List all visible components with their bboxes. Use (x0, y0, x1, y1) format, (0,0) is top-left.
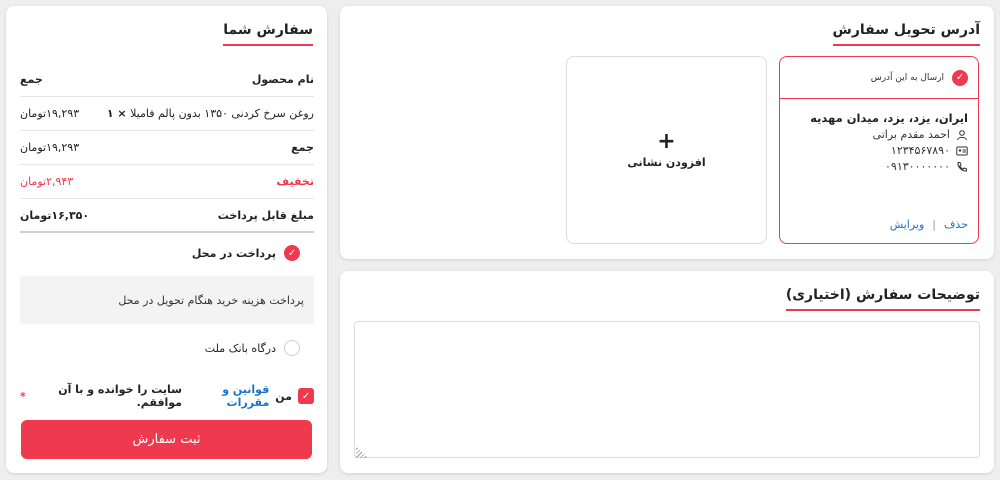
add-address-button[interactable]: + افزودن نشانی (566, 56, 767, 244)
subtotal-value: ۱۹,۲۹۳تومان (20, 141, 80, 154)
cod-label: پرداخت در محل (191, 246, 276, 260)
payment-option-bank[interactable]: درگاه بانک ملت (20, 331, 314, 365)
terms-agreement: ✓ من قوانین و مقررات سایت را خوانده و با… (20, 383, 314, 409)
radio-unchecked-icon[interactable] (284, 340, 300, 356)
header-product: نام محصول (251, 73, 314, 86)
plus-icon: + (657, 128, 676, 154)
submit-order-button[interactable]: ثبت سفارش (21, 420, 312, 459)
product-cell: روغن سرخ کردنی ۱۳۵۰ بدون پالم فامیلا × ۱ (107, 107, 314, 120)
add-address-label: افزودن نشانی (627, 155, 706, 169)
phone-number: ۰۹۱۳۰۰۰۰۰۰۰ (885, 160, 950, 173)
payable-value: ۱۶,۳۵۰تومان (20, 208, 90, 222)
discount-value: ۲,۹۴۳تومان (20, 175, 74, 188)
terms-suffix: سایت را خوانده و با آن موافقم. (58, 383, 182, 409)
order-description-card: توضیحات سفارش (اختیاری) (340, 271, 994, 473)
order-summary-card: سفارش شما نام محصول جمع روغن سرخ کردنی ۱… (6, 6, 327, 473)
send-to-address-label: ارسال به این آدرس (870, 72, 944, 83)
address-recipient-row: احمد مقدم براتی (780, 128, 978, 141)
payable-row: مبلغ قابل پرداخت ۱۶,۳۵۰تومان (20, 199, 314, 233)
order-section-title: سفارش شما (223, 22, 313, 46)
product-name: روغن سرخ کردنی ۱۳۵۰ بدون پالم فامیلا (130, 107, 314, 120)
bank-label: درگاه بانک ملت (204, 341, 276, 355)
address-section-title: آدرس تحویل سفارش (832, 22, 980, 46)
address-card: آدرس تحویل سفارش ✓ ارسال به این آدرس ایر… (340, 6, 994, 259)
address-item-header[interactable]: ✓ ارسال به این آدرس (780, 57, 978, 99)
discount-row: تخفیف ۲,۹۴۳تومان (20, 165, 314, 199)
payment-option-cod[interactable]: ✓ پرداخت در محل (20, 236, 314, 270)
payable-label: مبلغ قابل پرداخت (217, 208, 314, 222)
cod-description: پرداخت هزینه خرید هنگام تحویل در محل (20, 276, 314, 324)
postal-code: ۱۲۳۴۵۶۷۸۹۰ (890, 144, 950, 157)
required-star: * (20, 389, 26, 403)
address-actions: ویرایش | حذف (790, 218, 968, 231)
description-section-title: توضیحات سفارش (اختیاری) (785, 287, 980, 311)
phone-icon (957, 161, 967, 172)
order-description-textarea[interactable] (354, 321, 980, 458)
address-line: ایران، یزد، یزد، میدان مهدیه (810, 111, 968, 125)
address-phone-row: ۰۹۱۳۰۰۰۰۰۰۰ (780, 160, 978, 173)
terms-link[interactable]: قوانین و مقررات (188, 383, 269, 409)
radio-checked-icon[interactable]: ✓ (284, 245, 300, 261)
address-item-selected[interactable]: ✓ ارسال به این آدرس ایران، یزد، یزد، مید… (779, 56, 979, 244)
terms-checkbox[interactable]: ✓ (298, 388, 314, 404)
product-price: ۱۹,۲۹۳تومان (20, 107, 80, 120)
product-quantity: × ۱ (106, 107, 127, 120)
discount-label: تخفیف (276, 175, 314, 188)
delete-address-link[interactable]: حذف (944, 218, 968, 231)
id-card-icon (956, 146, 968, 155)
edit-address-link[interactable]: ویرایش (890, 218, 925, 231)
subtotal-row: جمع ۱۹,۲۹۳تومان (20, 131, 314, 165)
recipient-name: احمد مقدم براتی (872, 128, 950, 141)
check-circle-icon: ✓ (952, 69, 968, 86)
order-table: نام محصول جمع روغن سرخ کردنی ۱۳۵۰ بدون پ… (20, 63, 314, 233)
order-product-row: روغن سرخ کردنی ۱۳۵۰ بدون پالم فامیلا × ۱… (20, 97, 314, 131)
subtotal-label: جمع (291, 141, 314, 154)
header-total: جمع (20, 73, 43, 86)
order-table-header: نام محصول جمع (20, 63, 314, 97)
user-icon (957, 129, 967, 140)
terms-prefix: من (275, 389, 292, 403)
address-postal-row: ۱۲۳۴۵۶۷۸۹۰ (780, 144, 978, 157)
actions-separator: | (932, 218, 937, 231)
